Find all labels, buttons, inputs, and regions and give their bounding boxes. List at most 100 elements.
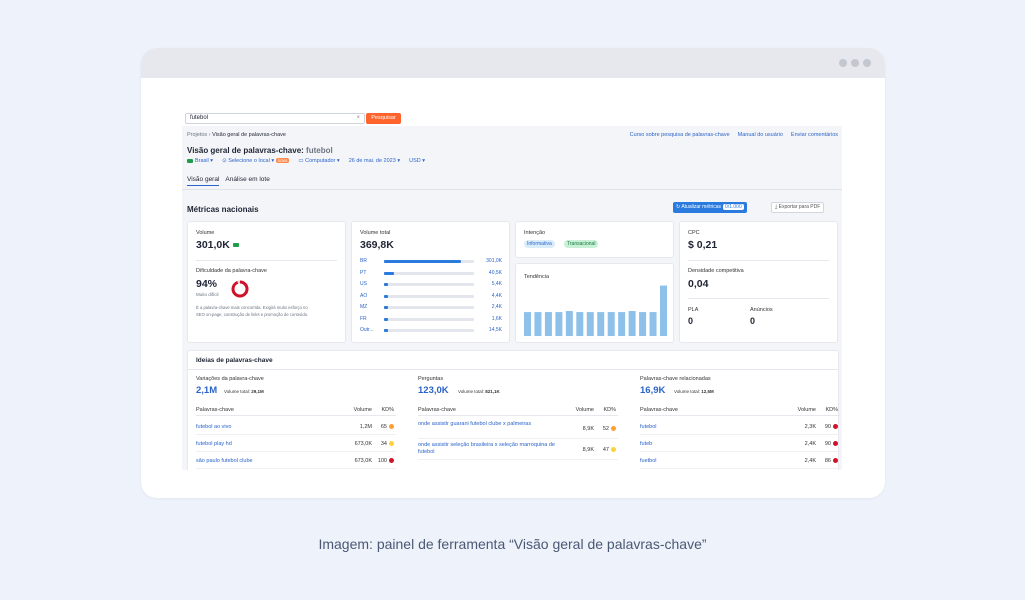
kd-dot-icon bbox=[833, 424, 838, 430]
manual-link[interactable]: Manual do usuário bbox=[738, 132, 783, 138]
search-button[interactable]: Pesquisar bbox=[366, 113, 401, 124]
clear-icon[interactable]: × bbox=[356, 115, 360, 121]
tab-overview[interactable]: Visão geral bbox=[187, 176, 220, 186]
ideas-total: Volume total: 821,1K bbox=[458, 389, 500, 394]
breadcrumb-root[interactable]: Projetos bbox=[187, 132, 207, 138]
table-row[interactable]: fuetbol 2,4K 86 bbox=[640, 455, 840, 469]
keyword-volume: 2,4K bbox=[804, 458, 816, 464]
volume-bar-track bbox=[384, 329, 474, 332]
browser-titlebar bbox=[141, 48, 885, 78]
trend-bar bbox=[660, 285, 667, 336]
country-volume-row[interactable]: BR 301,0K bbox=[360, 258, 502, 266]
keyword-ideas-column: Variações da palavra-chave 2,1M Volume tot… bbox=[196, 351, 396, 470]
total-volume-value: 369,8K bbox=[360, 239, 394, 251]
card-divider bbox=[196, 260, 337, 261]
keyword-kd-value: 65 bbox=[380, 424, 387, 430]
keyword-link[interactable]: futeb bbox=[640, 441, 780, 448]
country-volume-row[interactable]: AO 4,4K bbox=[360, 293, 502, 301]
window-dot-3[interactable] bbox=[863, 59, 871, 67]
trend-card: Tendência bbox=[515, 263, 674, 343]
country-volume-row[interactable]: US 5,4K bbox=[360, 281, 502, 289]
keyword-kd-value: 90 bbox=[824, 424, 831, 430]
competition-value: 0,04 bbox=[688, 278, 709, 290]
country-volume-value: 301,0K bbox=[486, 258, 502, 264]
country-label: Brasil bbox=[195, 158, 209, 164]
country-filter[interactable]: Brasil ▾ bbox=[187, 158, 213, 164]
date-filter[interactable]: 26 de mai. de 2023 ▾ bbox=[349, 158, 400, 164]
ideas-count[interactable]: 123,0K bbox=[418, 385, 449, 396]
difficulty-description-line-1: É a palavra-chave mais concorrida. Exigi… bbox=[196, 305, 308, 310]
tabs-divider bbox=[182, 189, 842, 190]
table-row[interactable]: onde assistir seleção brasileira x seleç… bbox=[418, 442, 618, 460]
search-input[interactable]: futebol × bbox=[185, 113, 365, 124]
trend-bar bbox=[524, 312, 531, 336]
country-volume-row[interactable]: MZ 2,4K bbox=[360, 304, 502, 312]
volume-bar-fill bbox=[384, 294, 388, 298]
export-pdf-button[interactable]: ⤓ Exportar para PDF bbox=[771, 202, 825, 213]
volume-bar-fill bbox=[384, 260, 461, 263]
location-filter[interactable]: ⊙ Selecione o local ▾ novo bbox=[222, 158, 290, 164]
country-volume-row[interactable]: FR 1,6K bbox=[360, 316, 502, 324]
help-links: Curso sobre pesquisa de palavras-chave M… bbox=[630, 132, 838, 138]
cpc-card: CPC $ 0,21 Densidade competitiva 0,04 PL… bbox=[679, 221, 838, 343]
ideas-count[interactable]: 2,1M bbox=[196, 385, 217, 396]
device-filter[interactable]: ▭ Computador ▾ bbox=[298, 158, 339, 164]
ideas-count[interactable]: 16,9K bbox=[640, 385, 665, 396]
table-row[interactable]: onde assistir guarani futebol clube x pa… bbox=[418, 421, 618, 439]
cpc-label: CPC bbox=[688, 230, 700, 236]
table-row[interactable]: futebol 2,3K 90 bbox=[640, 421, 840, 435]
trend-bar bbox=[576, 312, 584, 336]
country-volume-row[interactable]: PT 40,5K bbox=[360, 270, 502, 278]
filters-bar: Brasil ▾ ⊙ Selecione o local ▾ novo ▭ Co… bbox=[187, 158, 425, 164]
search-bar: futebol × Pesquisar bbox=[182, 110, 842, 126]
difficulty-description: É a palavra-chave mais concorrida. Exigi… bbox=[196, 304, 341, 318]
course-link[interactable]: Curso sobre pesquisa de palavras-chave bbox=[630, 132, 730, 138]
keyword-link[interactable]: fuetbol bbox=[640, 458, 780, 465]
table-row[interactable]: futeb 2,4K 90 bbox=[640, 438, 840, 452]
total-volume-label: Volume total bbox=[360, 230, 391, 236]
ideas-table-header: Palavras-chave Volume KD% bbox=[418, 407, 618, 416]
keyword-link[interactable]: onde assistir guarani futebol clube x pa… bbox=[418, 421, 558, 428]
country-code: Outr... bbox=[360, 327, 374, 333]
image-caption: Imagem: painel de ferramenta “Visão gera… bbox=[318, 536, 707, 552]
keyword-link[interactable]: futebol bbox=[640, 424, 780, 431]
update-metrics-button[interactable]: ↻ Atualizar métricas 0/1.000 bbox=[673, 202, 747, 213]
window-dot-1[interactable] bbox=[839, 59, 847, 67]
currency-filter[interactable]: USD ▾ bbox=[409, 158, 425, 164]
ads-value: 0 bbox=[750, 316, 756, 326]
keyword-link[interactable]: futebol ao vivo bbox=[196, 424, 336, 431]
table-row[interactable]: são paulo futebol clube 673,0K 100 bbox=[196, 455, 396, 469]
keyword-volume: 673,0K bbox=[354, 458, 372, 464]
difficulty-gauge-arc bbox=[231, 280, 249, 298]
breadcrumb: Projetos › Visão geral de palavras-chave bbox=[187, 132, 286, 138]
country-volume-row[interactable]: Outr... 14,5K bbox=[360, 327, 502, 335]
column-header-kd: KD% bbox=[825, 407, 838, 413]
keyword-link[interactable]: futebol play hd bbox=[196, 441, 336, 448]
keyword-link[interactable]: são paulo futebol clube bbox=[196, 458, 336, 465]
keyword-kd-value: 34 bbox=[380, 441, 387, 447]
country-volume-value: 14,5K bbox=[488, 327, 502, 333]
tab-batch[interactable]: Análise em lote bbox=[225, 176, 269, 186]
competition-label: Densidade competitiva bbox=[688, 268, 744, 274]
trend-bar bbox=[565, 311, 573, 336]
trend-label: Tendência bbox=[524, 274, 550, 280]
keyword-kd-value: 52 bbox=[602, 426, 609, 432]
intent-tag-transactional: Transacional bbox=[564, 240, 599, 248]
table-row[interactable]: futebol play hd 673,0K 34 bbox=[196, 438, 396, 452]
keyword-kd: 52 bbox=[603, 426, 616, 432]
country-volume-value: 5,4K bbox=[491, 281, 502, 287]
keyword-kd: 34 bbox=[381, 441, 394, 447]
ideas-column-heading: Variações da palavra-chave bbox=[196, 376, 264, 382]
column-header-kd: KD% bbox=[603, 407, 616, 413]
keyword-link[interactable]: onde assistir seleção brasileira x seleç… bbox=[418, 442, 558, 456]
trend-bar bbox=[649, 312, 657, 336]
country-code: PT bbox=[360, 269, 367, 276]
intent-card: Intenção Informativa Transacional bbox=[515, 221, 674, 258]
table-row[interactable]: futebol ao vivo 1,2M 65 bbox=[196, 421, 396, 435]
difficulty-level: Muito difícil bbox=[196, 292, 219, 297]
feedback-link[interactable]: Enviar comentários bbox=[791, 132, 838, 138]
window-dot-2[interactable] bbox=[851, 59, 859, 67]
difficulty-gauge-icon bbox=[231, 280, 249, 298]
volume-value: 301,0K bbox=[196, 239, 241, 251]
volume-bar-track bbox=[384, 306, 474, 309]
